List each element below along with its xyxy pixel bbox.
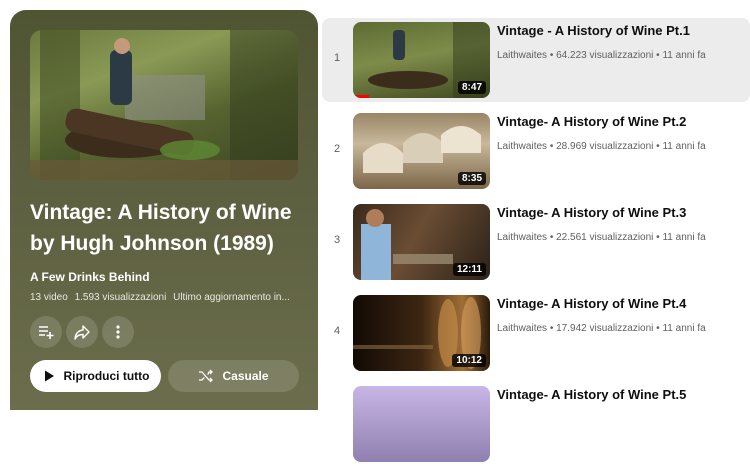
video-duration: 8:35	[457, 172, 486, 185]
video-index: 3	[333, 234, 341, 246]
last-updated: Ultimo aggiornamento in...	[173, 292, 290, 303]
video-duration: 8:47	[457, 81, 486, 94]
shuffle-label: Casuale	[222, 369, 269, 383]
playlist-video-row[interactable]: Vintage- A History of Wine Pt.5	[322, 382, 750, 466]
video-duration: 10:12	[452, 354, 486, 367]
play-all-button[interactable]: Riproduci tutto	[30, 360, 161, 392]
save-to-playlist-icon	[39, 326, 54, 339]
video-views: 28.969 visualizzazioni	[556, 141, 654, 152]
playlist-video-row[interactable]: 1 8:47 Vintage - A History of Wine Pt.1 …	[322, 18, 750, 102]
video-views: 22.561 visualizzazioni	[556, 232, 654, 243]
video-channel[interactable]: Laithwaites	[497, 323, 547, 334]
video-title[interactable]: Vintage- A History of Wine Pt.3	[497, 205, 742, 220]
shuffle-icon	[199, 369, 214, 383]
video-views: 64.223 visualizzazioni	[556, 50, 654, 61]
more-options-button[interactable]	[102, 316, 134, 348]
video-channel[interactable]: Laithwaites	[497, 232, 547, 243]
meta-separator: •	[549, 323, 554, 334]
video-thumbnail[interactable]: 12:11	[353, 204, 490, 280]
save-to-playlist-button[interactable]	[30, 316, 62, 348]
playlist-thumbnail-art	[30, 30, 298, 180]
playlist-video-list: 1 8:47 Vintage - A History of Wine Pt.1 …	[322, 0, 750, 462]
meta-separator: •	[656, 50, 660, 61]
video-views: 17.942 visualizzazioni	[556, 323, 654, 334]
video-meta: Laithwaites • 22.561 visualizzazioni • 1…	[497, 232, 742, 243]
video-age: 11 anni fa	[662, 232, 706, 243]
video-title[interactable]: Vintage- A History of Wine Pt.2	[497, 114, 742, 129]
video-meta: Laithwaites • 28.969 visualizzazioni • 1…	[497, 141, 742, 152]
video-title[interactable]: Vintage - A History of Wine Pt.1	[497, 23, 742, 38]
share-icon	[74, 325, 90, 340]
share-button[interactable]	[66, 316, 98, 348]
playlist-video-row[interactable]: 3 12:11 Vintage- A History of Wine Pt.3 …	[322, 200, 750, 284]
meta-separator: •	[656, 141, 660, 152]
playlist-meta: 13 video 1.593 visualizzazioni Ultimo ag…	[30, 292, 302, 303]
video-meta: Laithwaites • 64.223 visualizzazioni • 1…	[497, 50, 742, 61]
meta-separator: •	[656, 232, 660, 243]
video-thumbnail[interactable]: 8:47	[353, 22, 490, 98]
play-icon	[44, 370, 54, 382]
video-age: 11 anni fa	[662, 50, 706, 61]
video-duration: 12:11	[452, 263, 486, 276]
video-index: 4	[333, 325, 341, 337]
meta-separator: •	[549, 232, 554, 243]
video-thumbnail[interactable]: 10:12	[353, 295, 490, 371]
playlist-channel-link[interactable]: A Few Drinks Behind	[30, 270, 150, 284]
playlist-video-row[interactable]: 4 10:12 Vintage- A History of Wine Pt.4 …	[322, 291, 750, 375]
video-channel[interactable]: Laithwaites	[497, 50, 547, 61]
shuffle-button[interactable]: Casuale	[168, 360, 299, 392]
video-count: 13 video	[30, 292, 68, 303]
more-options-icon	[116, 325, 120, 339]
video-index: 2	[333, 143, 341, 155]
video-index: 1	[333, 52, 341, 64]
watch-progress-bar	[353, 95, 370, 98]
video-age: 11 anni fa	[662, 141, 706, 152]
video-thumbnail[interactable]: 8:35	[353, 113, 490, 189]
playlist-video-row[interactable]: 2 8:35 Vintage- A History of Wine Pt.2 L…	[322, 109, 750, 193]
video-meta: Laithwaites • 17.942 visualizzazioni • 1…	[497, 323, 742, 334]
playlist-header-panel: Vintage: A History of Wine by Hugh Johns…	[10, 10, 318, 410]
video-age: 11 anni fa	[662, 323, 706, 334]
video-channel[interactable]: Laithwaites	[497, 141, 547, 152]
playlist-views: 1.593 visualizzazioni	[74, 292, 167, 303]
playlist-thumbnail[interactable]	[30, 30, 298, 180]
meta-separator: •	[656, 323, 660, 334]
playlist-title: Vintage: A History of Wine by Hugh Johns…	[30, 201, 292, 255]
video-thumbnail[interactable]	[353, 386, 490, 462]
meta-separator: •	[549, 141, 554, 152]
video-title[interactable]: Vintage- A History of Wine Pt.4	[497, 296, 742, 311]
meta-separator: •	[549, 50, 554, 61]
play-all-label: Riproduci tutto	[63, 369, 150, 383]
